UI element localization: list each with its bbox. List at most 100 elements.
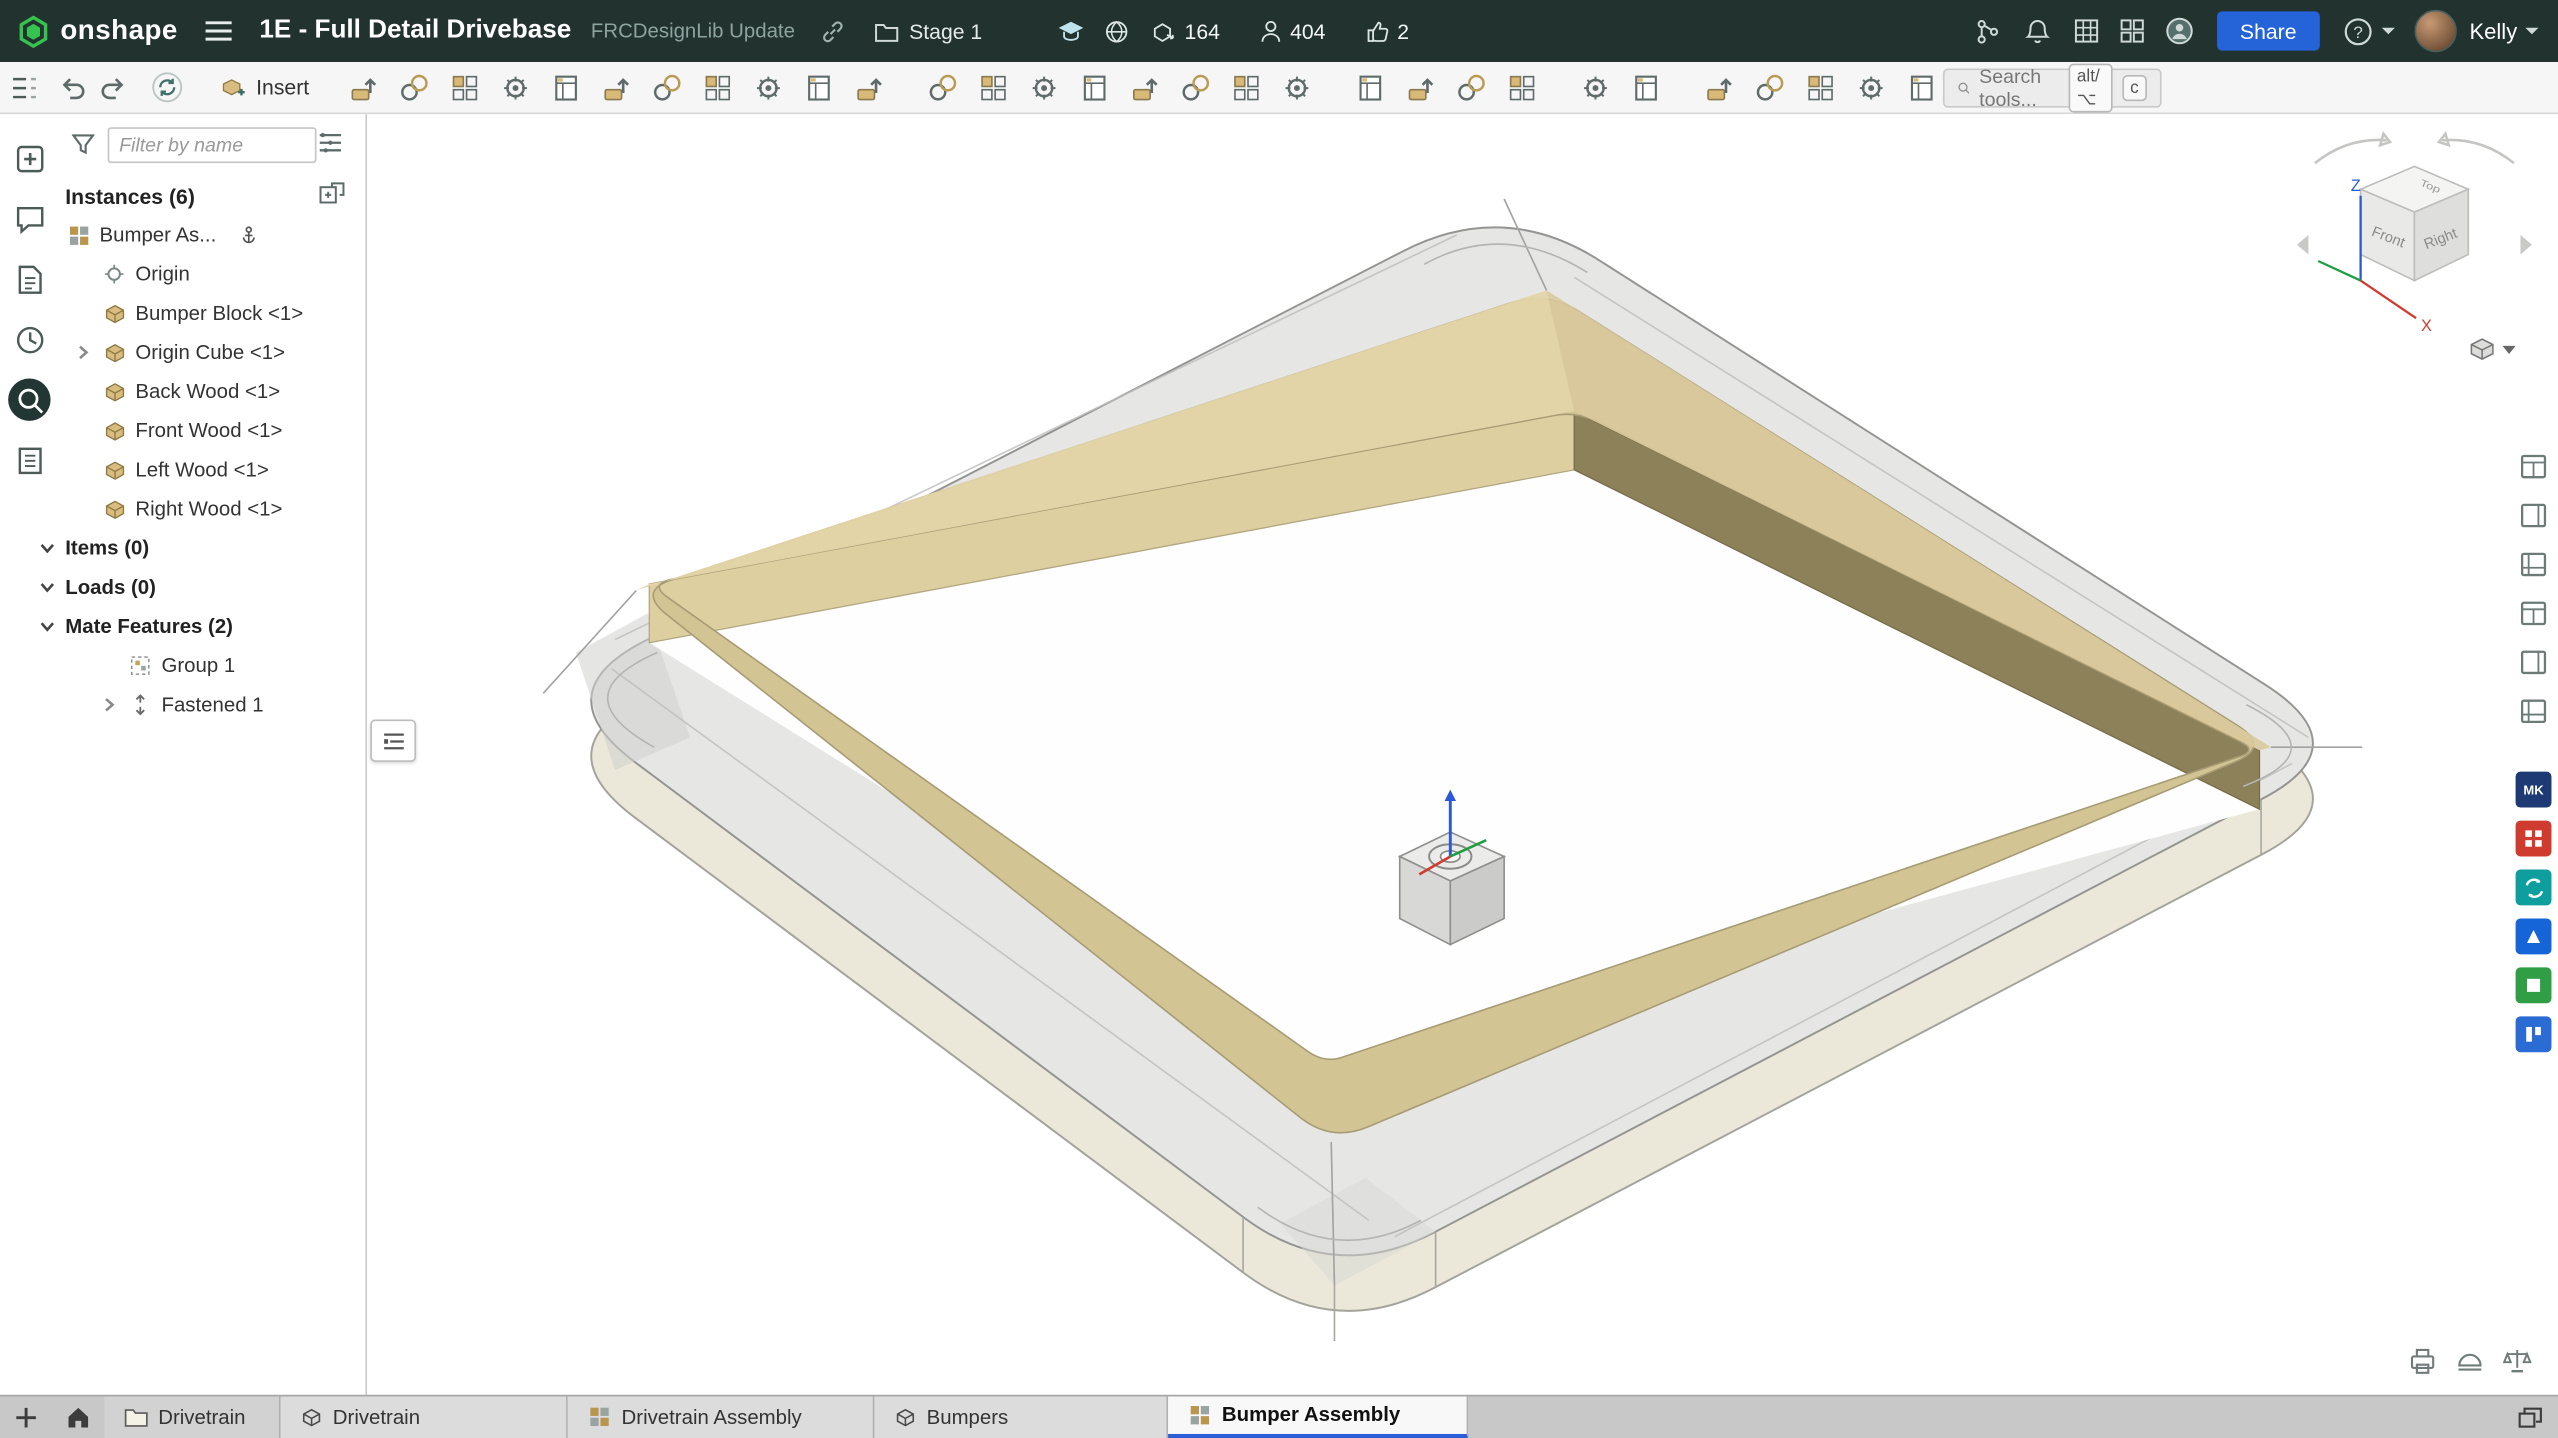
cam-app-icon[interactable]	[2516, 967, 2552, 1003]
view-cube-body[interactable]: Top Front Right	[2361, 166, 2469, 280]
gear-relation-icon[interactable]	[1123, 66, 1165, 108]
circular-pattern-icon[interactable]	[1022, 66, 1064, 108]
tab-bumper-assembly[interactable]: Bumper Assembly	[1168, 1396, 1468, 1438]
tree-row[interactable]: Fastened 1	[0, 685, 365, 724]
scale-icon[interactable]	[2503, 1346, 2532, 1375]
printer-icon[interactable]	[2408, 1346, 2437, 1375]
app-store-icon[interactable]	[2119, 18, 2145, 44]
chevron-down-icon[interactable]	[36, 538, 57, 559]
search-tools-box[interactable]: Search tools... alt/⌥ c	[1942, 68, 2161, 107]
mirror-icon[interactable]	[1073, 66, 1115, 108]
redo-icon[interactable]	[98, 68, 127, 107]
home-button[interactable]	[52, 1396, 104, 1438]
help-icon[interactable]: ?	[2342, 15, 2373, 46]
planar-mate-icon[interactable]	[544, 66, 586, 108]
tree-row[interactable]: Bumper Block <1>	[0, 294, 365, 333]
screw-relation-icon[interactable]	[1224, 66, 1266, 108]
insert-instance-icon[interactable]	[318, 181, 346, 205]
section-panel-icon[interactable]	[2516, 644, 2552, 680]
filter-input[interactable]	[108, 127, 317, 163]
followers-icon[interactable]	[1259, 19, 1282, 43]
avatar[interactable]	[2414, 10, 2456, 52]
config-panel-icon[interactable]	[2516, 693, 2552, 729]
user-name[interactable]: Kelly	[2469, 19, 2517, 43]
document-title[interactable]: 1E - Full Detail Drivebase	[259, 16, 571, 45]
help-caret-icon[interactable]	[2381, 28, 2394, 35]
chevron-down-icon[interactable]	[36, 577, 57, 598]
notifications-icon[interactable]	[2025, 17, 2051, 45]
tab-drivetrain[interactable]: Drivetrain	[281, 1396, 568, 1438]
bom-table-panel-icon[interactable]	[2516, 449, 2552, 485]
tree-row[interactable]: Group 1	[0, 646, 365, 685]
tangent-mate-icon[interactable]	[797, 66, 839, 108]
tree-section-row[interactable]: Loads (0)	[0, 568, 365, 607]
education-icon[interactable]	[1057, 20, 1085, 43]
parallel-mate-icon[interactable]	[746, 66, 788, 108]
reference-table-icon[interactable]	[2074, 18, 2100, 44]
parts-panel-icon[interactable]	[2516, 498, 2552, 534]
view-cube[interactable]: Top Front Right Z X	[2292, 124, 2537, 369]
folder-tab[interactable]: Drivetrain	[104, 1396, 280, 1438]
measure-icon[interactable]	[1900, 66, 1942, 108]
ball-mate-icon[interactable]	[696, 66, 738, 108]
filter-icon[interactable]	[72, 132, 95, 155]
chevron-right-icon[interactable]	[72, 342, 93, 363]
insert-button[interactable]: Insert	[210, 68, 319, 107]
named-positions-icon[interactable]	[1399, 66, 1441, 108]
share-button[interactable]: Share	[2217, 11, 2319, 50]
replicate-icon[interactable]	[921, 66, 963, 108]
sheet-panel-icon[interactable]	[2516, 595, 2552, 631]
copies-icon[interactable]	[1152, 19, 1176, 43]
tree-row[interactable]: Front Wood <1>	[0, 411, 365, 450]
chevron-down-icon[interactable]	[36, 616, 57, 637]
display-panel-icon[interactable]	[2516, 547, 2552, 583]
tree-row[interactable]: Back Wood <1>	[0, 372, 365, 411]
group-icon[interactable]	[848, 66, 890, 108]
tree-row[interactable]: Right Wood <1>	[0, 489, 365, 528]
bom-icon[interactable]	[1573, 66, 1615, 108]
onshape-logo-icon[interactable]	[16, 14, 50, 48]
tab-manager-icon[interactable]	[2517, 1396, 2543, 1438]
snapshot-icon[interactable]	[1697, 66, 1739, 108]
link-icon[interactable]	[821, 19, 845, 43]
grid-app-icon[interactable]	[2516, 821, 2552, 857]
sync-app-icon[interactable]	[2516, 870, 2552, 906]
tab-drivetrain-assembly[interactable]: Drivetrain Assembly	[568, 1396, 875, 1438]
undo-icon[interactable]	[59, 68, 88, 107]
tree-row[interactable]: Bumper As...	[0, 215, 365, 254]
menu-icon[interactable]	[204, 20, 233, 43]
animate-icon[interactable]	[1849, 66, 1891, 108]
list-options-icon[interactable]	[318, 132, 342, 153]
presence-icon[interactable]	[2165, 16, 2194, 45]
tree-section-row[interactable]: Items (0)	[0, 529, 365, 568]
feature-list-toggle-icon[interactable]	[10, 68, 39, 107]
tree-section-row[interactable]: Mate Features (2)	[0, 607, 365, 646]
user-caret-icon[interactable]	[2525, 28, 2538, 35]
add-instance-icon[interactable]	[8, 137, 50, 179]
panel-flyout-button[interactable]	[370, 719, 416, 761]
view-options-button[interactable]	[2468, 336, 2515, 362]
tree-row[interactable]: Left Wood <1>	[0, 450, 365, 489]
instances-header[interactable]: Instances (6)	[59, 176, 366, 215]
section-view-icon[interactable]	[1748, 66, 1790, 108]
tree-row[interactable]: Origin	[0, 254, 365, 293]
new-tab-button[interactable]	[0, 1396, 52, 1438]
tab-bumpers[interactable]: Bumpers	[874, 1396, 1168, 1438]
exploded-views-icon[interactable]	[1500, 66, 1542, 108]
chevron-right-icon[interactable]	[98, 694, 119, 715]
structure-icon[interactable]	[1624, 66, 1666, 108]
pin-slot-mate-icon[interactable]	[645, 66, 687, 108]
rack-pinion-relation-icon[interactable]	[1174, 66, 1216, 108]
mate-connector-icon[interactable]	[342, 66, 384, 108]
isolate-icon[interactable]	[1799, 66, 1841, 108]
assembly-model[interactable]	[367, 114, 2558, 1395]
cylindrical-mate-icon[interactable]	[595, 66, 637, 108]
configurations-icon[interactable]	[1348, 66, 1390, 108]
workspace-name[interactable]: Stage 1	[909, 19, 982, 43]
graphics-area[interactable]: Top Front Right Z X MK	[367, 114, 2558, 1395]
update-references-icon[interactable]	[150, 68, 184, 107]
simulation-app-icon[interactable]	[2516, 918, 2552, 954]
slider-mate-icon[interactable]	[494, 66, 536, 108]
tree-row[interactable]: Origin Cube <1>	[0, 333, 365, 372]
globe-icon[interactable]	[1105, 19, 1129, 43]
